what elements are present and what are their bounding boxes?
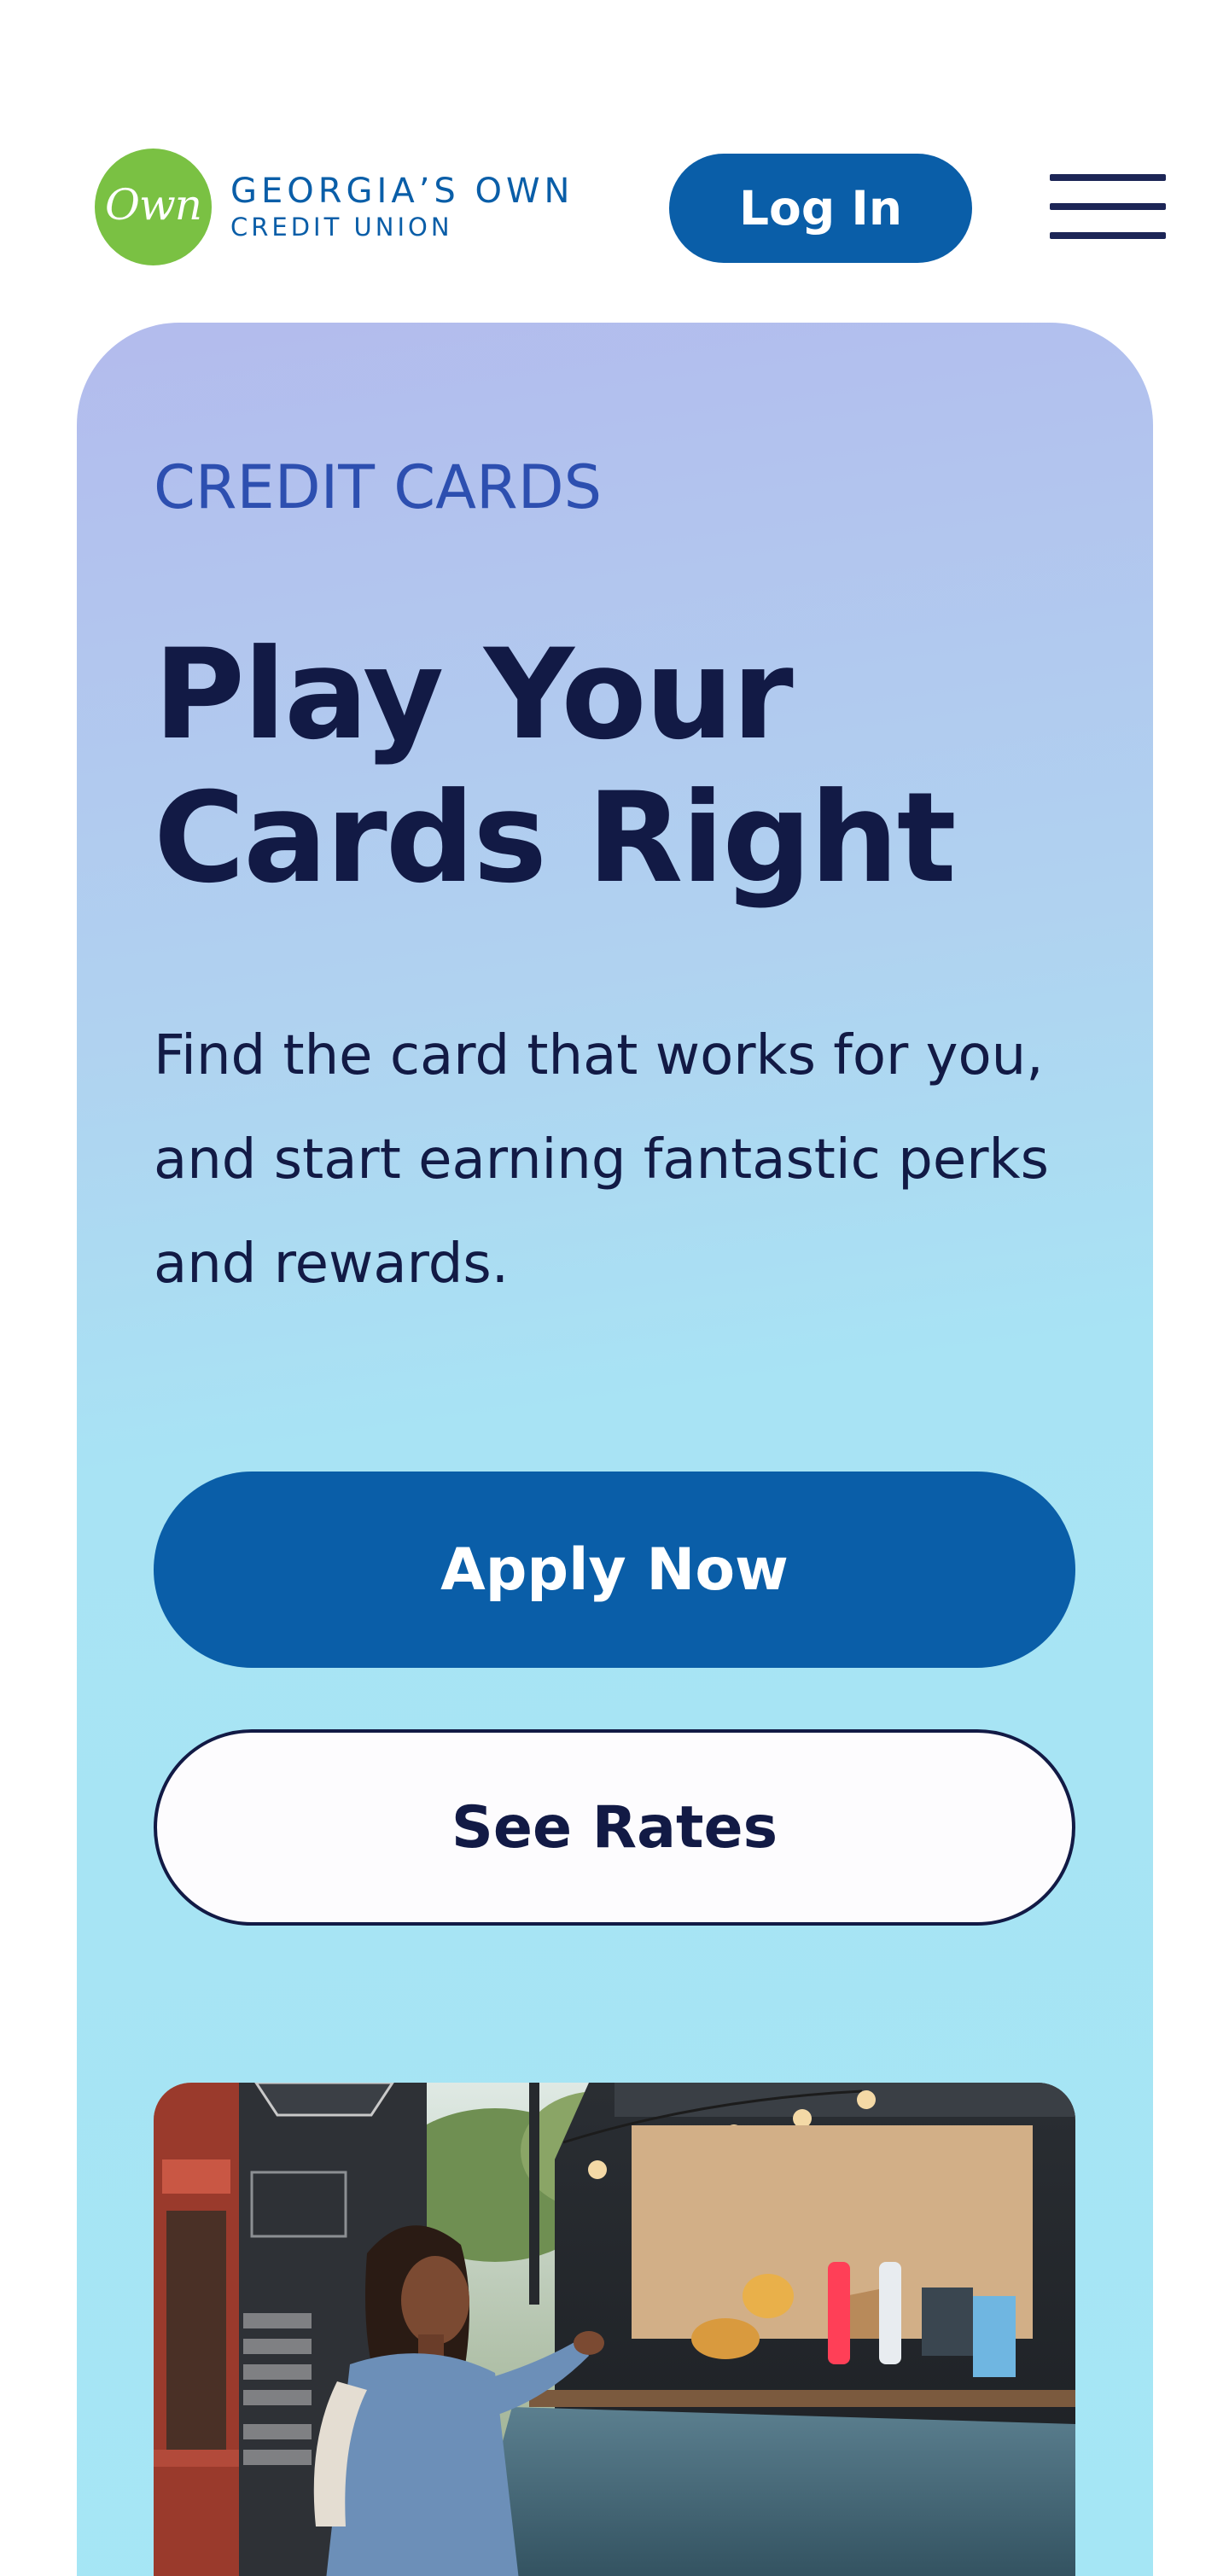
login-button[interactable]: Log In [669, 154, 972, 263]
hamburger-menu-button[interactable] [1050, 174, 1166, 239]
logo-mark-text: Own [105, 179, 202, 230]
logo-subtitle: CREDIT UNION [230, 213, 453, 242]
hero-eyebrow: CREDIT CARDS [154, 452, 603, 522]
hero-title: Play Your Cards Right [154, 622, 957, 911]
hero-card: CREDIT CARDS Play Your Cards Right Find … [77, 323, 1153, 2576]
site-header: Own GEORGIA’S OWN CREDIT UNION Log In [0, 0, 1229, 321]
logo-link[interactable]: Own GEORGIA’S OWN CREDIT UNION [95, 149, 574, 265]
hero-description: Find the card that works for you, and st… [154, 1024, 1049, 1296]
hero-image [154, 2083, 1075, 2576]
logo-mark: Own [95, 149, 212, 265]
logo-wordmark: GEORGIA’S OWN CREDIT UNION [230, 174, 574, 240]
see-rates-button[interactable]: See Rates [154, 1729, 1075, 1926]
apply-now-button[interactable]: Apply Now [154, 1472, 1075, 1668]
logo-name: GEORGIA’S OWN [230, 172, 574, 211]
